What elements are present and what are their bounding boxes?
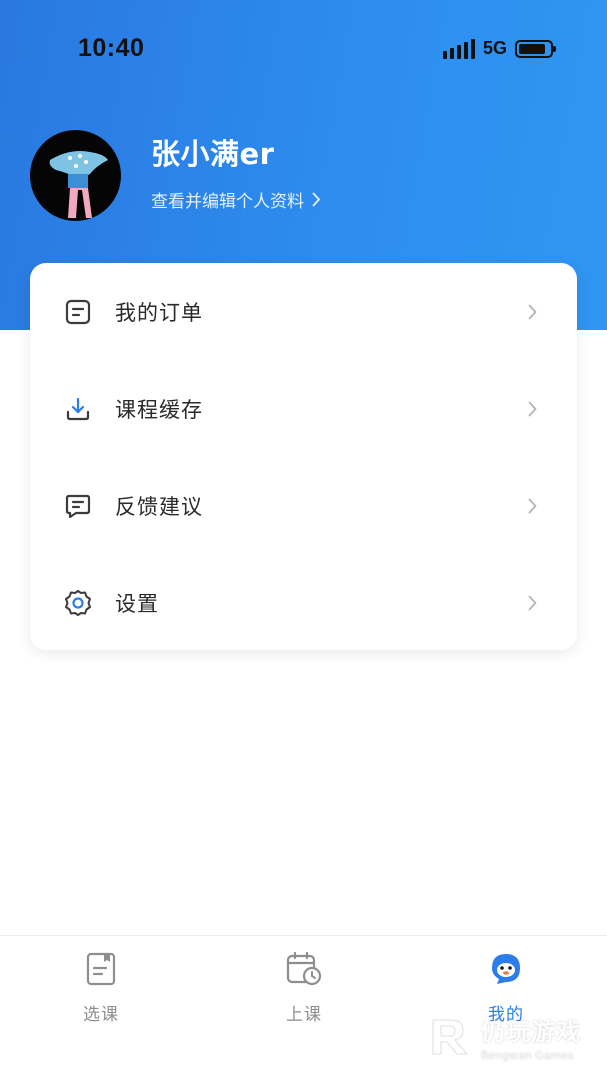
feedback-icon [63, 491, 93, 521]
download-icon [63, 394, 93, 424]
menu-item-orders[interactable]: 我的订单 [30, 263, 577, 360]
menu-item-settings[interactable]: 设置 [30, 554, 577, 651]
edit-profile-label: 查看并编辑个人资料 [151, 192, 304, 212]
menu-item-label: 课程缓存 [115, 397, 203, 422]
gear-icon [63, 588, 93, 618]
menu-item-label: 我的订单 [115, 300, 203, 325]
watermark-title: 仍玩游戏 [481, 1018, 581, 1046]
menu-item-label: 反馈建议 [115, 494, 203, 519]
username: 张小满er [151, 137, 275, 171]
watermark-subtitle: Rengwan Games [481, 1049, 574, 1062]
menu-item-feedback[interactable]: 反馈建议 [30, 457, 577, 554]
chevron-right-icon [528, 304, 537, 319]
chevron-right-icon [528, 595, 537, 610]
order-icon [63, 297, 93, 327]
tab-courses[interactable]: 选课 [41, 950, 161, 1025]
calendar-clock-icon [286, 950, 322, 988]
profile-section[interactable]: 张小满er 查看并编辑个人资料 [30, 130, 321, 221]
chevron-right-icon [528, 401, 537, 416]
edit-profile-link[interactable]: 查看并编辑个人资料 [151, 187, 321, 212]
avatar[interactable] [30, 130, 121, 221]
status-time: 10:40 [78, 34, 145, 62]
watermark: 仍玩游戏 Rengwan Games [427, 1012, 581, 1062]
menu-card: 我的订单 课程缓存 反馈建议 设置 [30, 263, 577, 650]
tab-label: 上课 [286, 1005, 322, 1025]
tab-label: 选课 [83, 1005, 119, 1025]
menu-item-label: 设置 [115, 591, 159, 616]
status-indicators: 5G [442, 38, 556, 59]
menu-item-cache[interactable]: 课程缓存 [30, 360, 577, 457]
course-book-icon [86, 950, 116, 988]
tab-classes[interactable]: 上课 [244, 950, 364, 1025]
chevron-right-icon [312, 192, 320, 207]
network-type: 5G [482, 38, 507, 58]
battery-icon [515, 39, 556, 58]
status-bar: 10:40 5G [0, 0, 607, 100]
signal-icon [442, 38, 475, 59]
watermark-logo-icon [432, 1019, 469, 1055]
chevron-right-icon [528, 498, 537, 513]
mascot-icon [489, 950, 523, 988]
